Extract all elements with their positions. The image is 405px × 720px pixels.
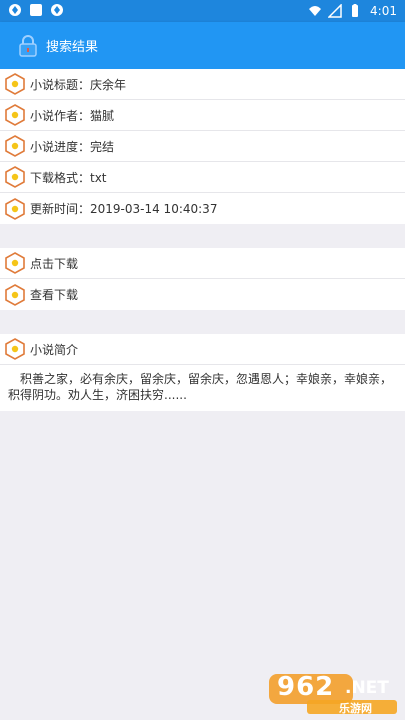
signal-icon [328,4,342,18]
novel-title-label: 小说标题：庆余年 [30,77,127,92]
status-time: 4:01 [370,4,397,18]
novel-progress-label: 小说进度：完结 [30,139,115,154]
hexagon-bullet-icon [5,283,25,306]
battery-icon [352,4,359,17]
update-time-label: 更新时间：2019-03-14 10:40:37 [30,202,218,216]
info-row-updated: 更新时间：2019-03-14 10:40:37 [0,193,405,224]
info-row-progress: 小说进度：完结 [0,131,405,162]
hexagon-bullet-icon [5,197,25,220]
info-row-title: 小说标题：庆余年 [0,69,405,100]
lock-icon [19,34,37,57]
hexagon-bullet-icon [5,73,25,95]
novel-author-label: 小说作者：猫腻 [30,108,115,123]
hexagon-bullet-icon [5,252,25,274]
summary-heading: 小说简介 [30,342,79,357]
hexagon-bullet-icon [5,166,25,188]
app-notification-icon [9,4,21,16]
summary-text: 积善之家，必有余庆，留余庆，留余庆，忽遇恩人；幸娘亲，幸娘亲，积得阴功。劝人生，… [8,372,393,402]
site-watermark-logo: 962 .NET 乐游网 [267,670,399,716]
novel-info-section: 小说标题：庆余年 小说作者：猫腻 小说进度：完结 下载格式：txt 更新时间：2… [0,69,405,224]
info-row-format: 下载格式：txt [0,162,405,193]
summary-section: 小说简介 积善之家，必有余庆，留余庆，留余庆，忽遇恩人；幸娘亲，幸娘亲，积得阴功… [0,334,405,411]
app-notification-icon-2 [51,4,63,16]
page-title: 搜索结果 [46,40,99,55]
square-notification-icon [30,4,42,16]
info-row-author: 小说作者：猫腻 [0,100,405,131]
app-bar: 搜索结果 [0,22,405,69]
hexagon-bullet-icon [5,135,25,157]
download-button-label: 点击下载 [30,256,79,271]
watermark-brand: 962 [277,672,335,702]
hexagon-bullet-icon [5,104,25,126]
watermark-suffix: .NET [345,678,389,698]
summary-heading-row: 小说简介 [0,334,405,365]
wifi-icon [309,6,322,16]
download-format-label: 下载格式：txt [30,170,107,185]
download-button[interactable]: 点击下载 [0,248,405,279]
watermark-subtitle: 乐游网 [339,702,372,715]
view-downloads-button[interactable]: 查看下载 [0,279,405,310]
view-downloads-label: 查看下载 [30,288,79,302]
download-actions-section: 点击下载 查看下载 [0,248,405,310]
status-bar: 4:01 [0,0,405,22]
hexagon-bullet-icon [5,338,25,360]
